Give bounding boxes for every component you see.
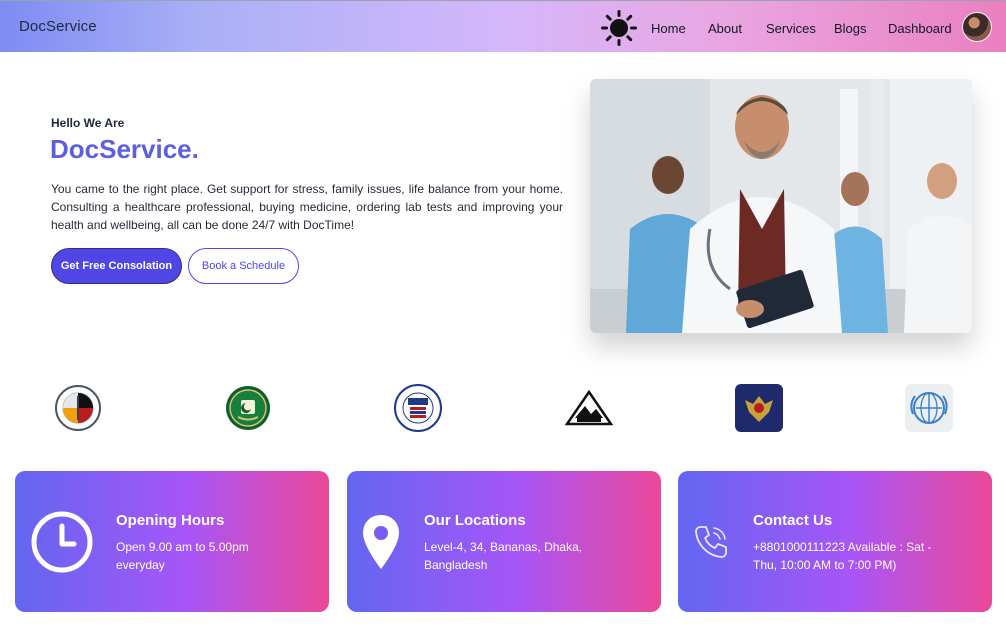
- nav-dashboard[interactable]: Dashboard: [888, 21, 952, 36]
- opening-hours-card: Opening Hours Open 9.00 am to 5.00pm eve…: [15, 471, 329, 612]
- phone-icon: [695, 526, 727, 558]
- clock-icon: [31, 511, 93, 573]
- book-schedule-button[interactable]: Book a Schedule: [188, 248, 299, 284]
- card-text: Open 9.00 am to 5.00pm everyday: [116, 540, 249, 572]
- card-text: +8801000111223 Available : Sat - Thu, 10…: [753, 540, 932, 572]
- card-title: Contact Us: [753, 512, 833, 529]
- pakistan-government-emblem-icon: [226, 386, 270, 430]
- hero-description: You came to the right place. Get support…: [51, 182, 563, 232]
- contact-card: Contact Us +8801000111223 Available : Sa…: [678, 471, 992, 612]
- gerald-l-ignace-health-center-seal-icon: [55, 385, 101, 431]
- usaid-seal-icon: [394, 384, 442, 432]
- user-avatar[interactable]: [962, 12, 992, 42]
- sun-icon[interactable]: [601, 10, 637, 46]
- nav-services[interactable]: Services: [766, 21, 816, 36]
- who-emblem-icon: [905, 384, 953, 432]
- brand-logo[interactable]: DocService: [19, 18, 97, 35]
- nav-home[interactable]: Home: [651, 21, 686, 36]
- doctors-team-photo: [590, 79, 972, 333]
- triangle-mountain-logo-icon: [565, 389, 613, 426]
- hero-greeting: Hello We Are: [51, 116, 125, 130]
- russian-eagle-emblem-icon: [735, 384, 783, 432]
- locations-card: Our Locations Level-4, 34, Bananas, Dhak…: [347, 471, 661, 612]
- nav-about[interactable]: About: [708, 21, 742, 36]
- free-consultation-button[interactable]: Get Free Consolation: [51, 248, 182, 284]
- card-text: Level-4, 34, Bananas, Dhaka, Bangladesh: [424, 540, 583, 572]
- hero-title: DocService.: [50, 134, 199, 164]
- map-pin-icon: [363, 515, 399, 569]
- nav-blogs[interactable]: Blogs: [834, 21, 867, 36]
- navbar: DocService Home About Services Blogs Das…: [0, 0, 1006, 52]
- card-title: Opening Hours: [116, 512, 225, 529]
- card-title: Our Locations: [424, 512, 526, 529]
